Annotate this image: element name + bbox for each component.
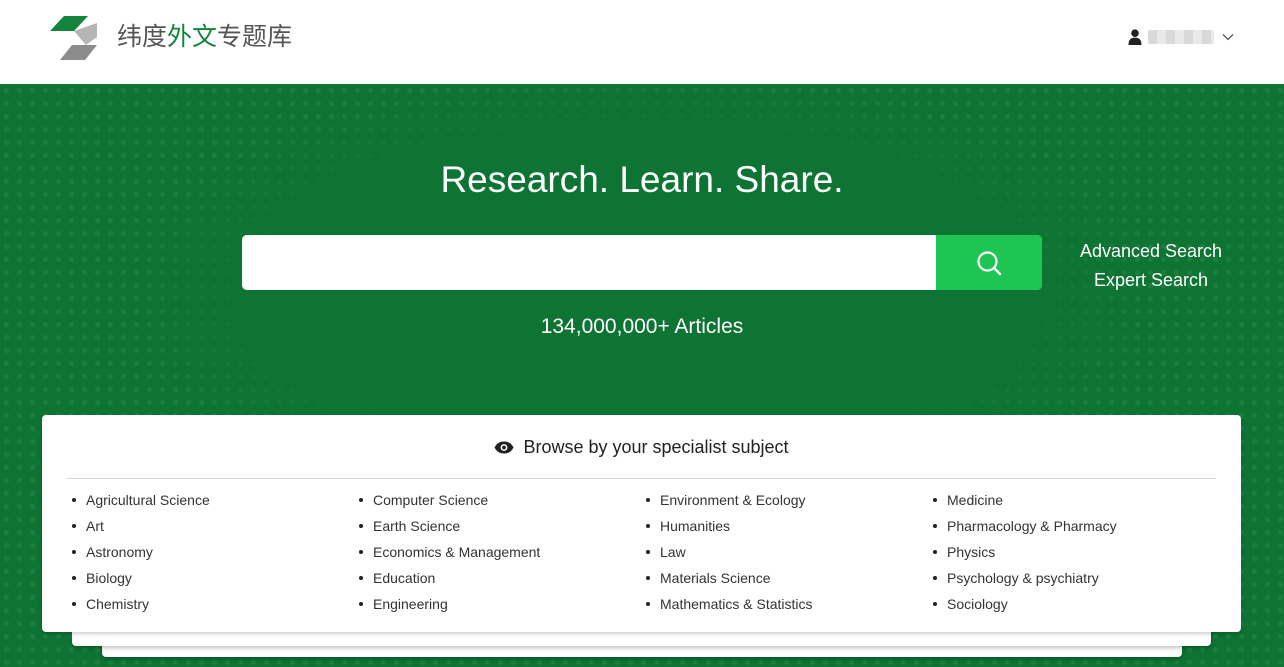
logo-prefix: 纬度 xyxy=(117,22,168,51)
search-button[interactable] xyxy=(936,235,1042,290)
subject-link[interactable]: Environment & Ecology xyxy=(645,487,932,513)
subject-link[interactable]: Materials Science xyxy=(645,565,932,591)
site-logo-text[interactable]: 纬度外文专题库 xyxy=(117,22,292,52)
subject-link[interactable]: Earth Science xyxy=(358,513,645,539)
subject-link[interactable]: Sociology xyxy=(932,591,1219,617)
subject-link[interactable]: Agricultural Science xyxy=(71,487,358,513)
expert-search-link[interactable]: Expert Search xyxy=(1064,266,1238,295)
logo-suffix: 专题库 xyxy=(217,22,293,51)
article-count: 134,000,000+ Articles xyxy=(540,315,744,338)
subject-column-1: Agricultural Science Art Astronomy Biolo… xyxy=(71,487,358,617)
subject-link[interactable]: Education xyxy=(358,565,645,591)
user-menu[interactable] xyxy=(1128,26,1234,48)
search-links: Advanced Search Expert Search xyxy=(1064,237,1238,295)
card-divider xyxy=(67,478,1216,479)
subject-link[interactable]: Pharmacology & Pharmacy xyxy=(932,513,1219,539)
hero-tagline: Research. Learn. Share. xyxy=(440,159,844,200)
subject-link[interactable]: Psychology & psychiatry xyxy=(932,565,1219,591)
advanced-search-link[interactable]: Advanced Search xyxy=(1064,237,1238,266)
subject-link[interactable]: Mathematics & Statistics xyxy=(645,591,932,617)
search-input[interactable] xyxy=(242,235,936,290)
subject-column-2: Computer Science Earth Science Economics… xyxy=(358,487,645,617)
subject-link[interactable]: Chemistry xyxy=(71,591,358,617)
search-box xyxy=(242,235,1042,290)
subject-column-3: Environment & Ecology Humanities Law Mat… xyxy=(645,487,932,617)
eye-icon xyxy=(494,441,514,454)
site-header: 纬度外文专题库 xyxy=(0,0,1284,84)
subject-link[interactable]: Physics xyxy=(932,539,1219,565)
subject-browser-card: Browse by your specialist subject Agricu… xyxy=(42,415,1241,632)
user-icon xyxy=(1128,29,1142,45)
subject-card-title-text: Browse by your specialist subject xyxy=(523,437,789,457)
subject-link[interactable]: Economics & Management xyxy=(358,539,645,565)
subject-column-4: Medicine Pharmacology & Pharmacy Physics… xyxy=(932,487,1219,617)
search-icon xyxy=(977,250,1002,275)
subject-grid: Agricultural Science Art Astronomy Biolo… xyxy=(71,487,1221,617)
subject-link[interactable]: Art xyxy=(71,513,358,539)
subject-link[interactable]: Astronomy xyxy=(71,539,358,565)
subject-link[interactable]: Engineering xyxy=(358,591,645,617)
chevron-down-icon[interactable] xyxy=(1222,33,1234,41)
subject-card-title: Browse by your specialist subject xyxy=(42,437,1241,458)
subject-link[interactable]: Law xyxy=(645,539,932,565)
subject-link[interactable]: Medicine xyxy=(932,487,1219,513)
logo-icon[interactable] xyxy=(50,16,98,60)
subject-link[interactable]: Computer Science xyxy=(358,487,645,513)
subject-link[interactable]: Biology xyxy=(71,565,358,591)
user-name xyxy=(1148,30,1214,44)
logo-accent: 外文 xyxy=(167,22,218,51)
subject-link[interactable]: Humanities xyxy=(645,513,932,539)
